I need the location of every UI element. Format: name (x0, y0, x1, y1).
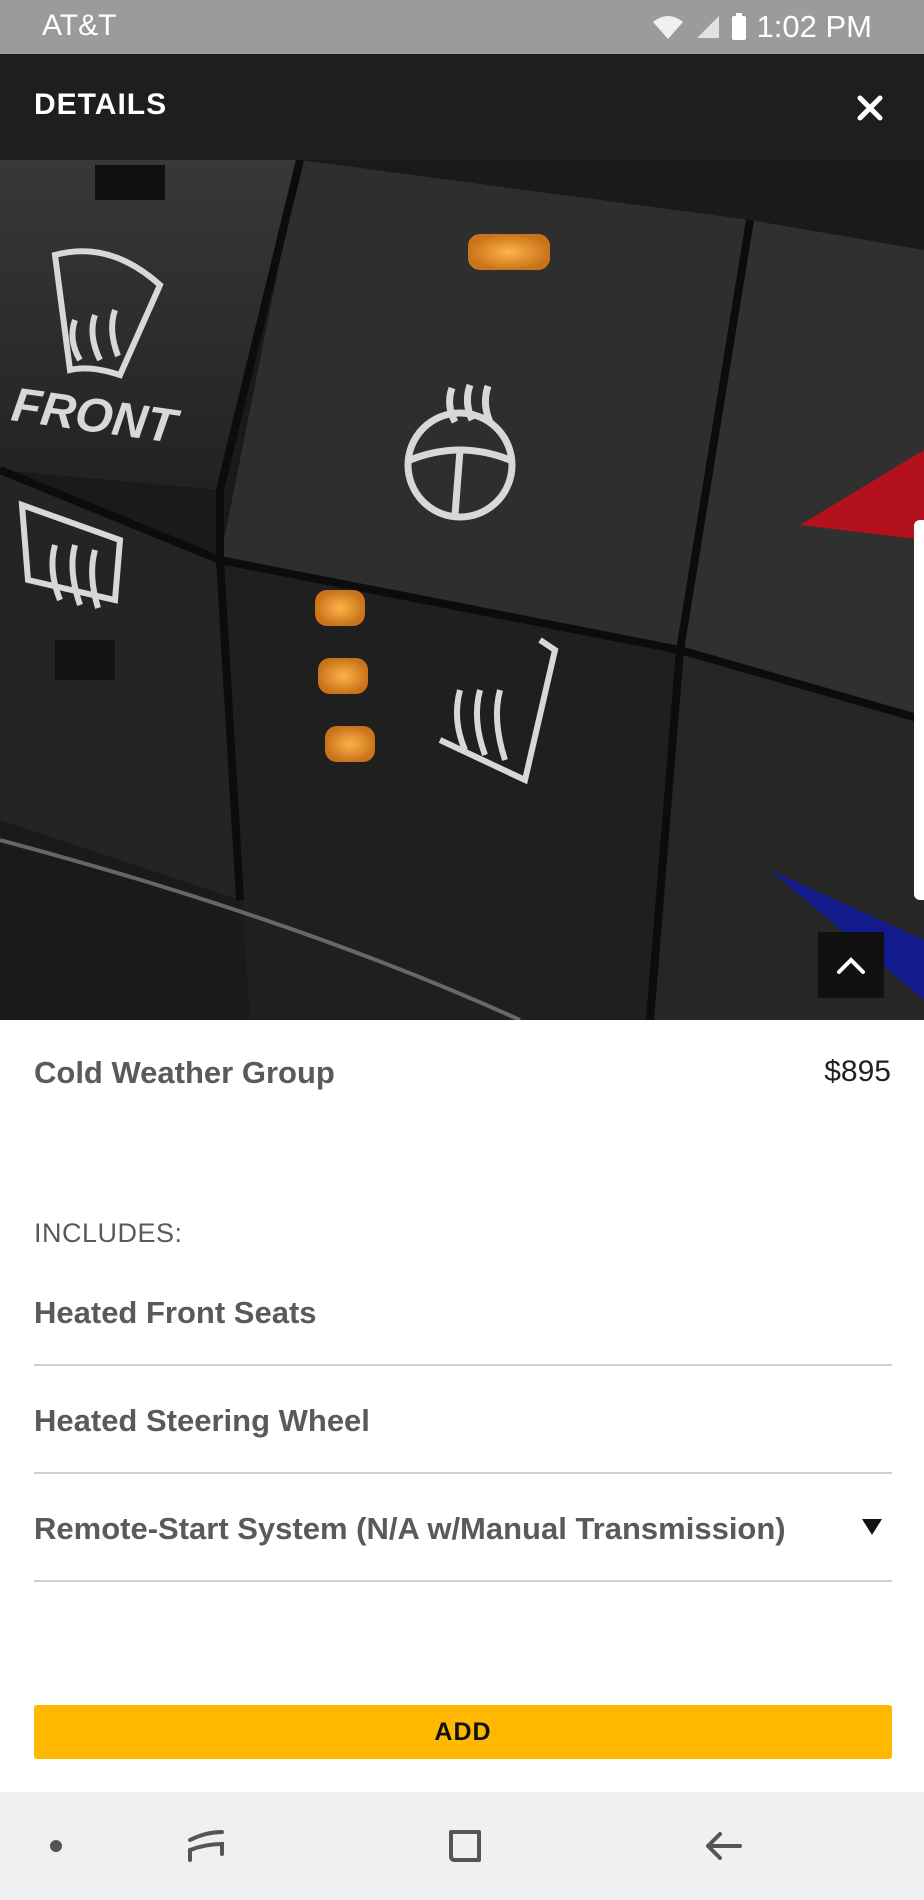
hero-image: FRONT (0, 160, 924, 1020)
back-icon (706, 1832, 742, 1860)
system-nav-bar (0, 1792, 924, 1900)
scroll-indicator (914, 520, 924, 900)
home-icon (449, 1830, 481, 1862)
dot-icon (50, 1840, 62, 1852)
recent-apps-icon (188, 1830, 224, 1862)
chevron-up-icon (837, 957, 865, 974)
includes-list: Heated Front Seats Heated Steering Wheel… (34, 1258, 892, 1582)
list-item: Heated Steering Wheel (34, 1366, 892, 1474)
expandable-list-item[interactable]: Remote-Start System (N/A w/Manual Transm… (34, 1474, 892, 1582)
scroll-top-button[interactable] (818, 932, 884, 998)
status-bar: AT&T 1:02 PM (0, 0, 924, 54)
back-button[interactable] (694, 1816, 754, 1876)
recent-apps-button[interactable] (176, 1816, 236, 1876)
nav-dot-button[interactable] (26, 1816, 86, 1876)
hero-illustration: FRONT (0, 160, 924, 1020)
product-name: Cold Weather Group (34, 1055, 335, 1090)
close-icon (857, 95, 883, 121)
include-item-label: Remote-Start System (N/A w/Manual Transm… (34, 1511, 786, 1546)
close-button[interactable] (846, 84, 894, 132)
includes-label: INCLUDES: (34, 1218, 183, 1248)
product-price: $895 (824, 1055, 891, 1088)
details-header: DETAILS (0, 54, 924, 160)
signal-icon (696, 16, 719, 38)
dropdown-arrow-icon[interactable] (860, 1517, 884, 1537)
status-icons: 1:02 PM (651, 8, 872, 46)
carrier-label: AT&T (42, 9, 117, 42)
home-button[interactable] (435, 1816, 495, 1876)
include-item-label: Heated Steering Wheel (34, 1403, 370, 1438)
include-item-label: Heated Front Seats (34, 1295, 317, 1330)
page-title: DETAILS (34, 88, 168, 121)
battery-icon (731, 13, 746, 40)
add-button[interactable]: ADD (34, 1705, 892, 1759)
list-item: Heated Front Seats (34, 1258, 892, 1366)
status-time: 1:02 PM (756, 9, 872, 44)
wifi-icon (652, 16, 683, 39)
